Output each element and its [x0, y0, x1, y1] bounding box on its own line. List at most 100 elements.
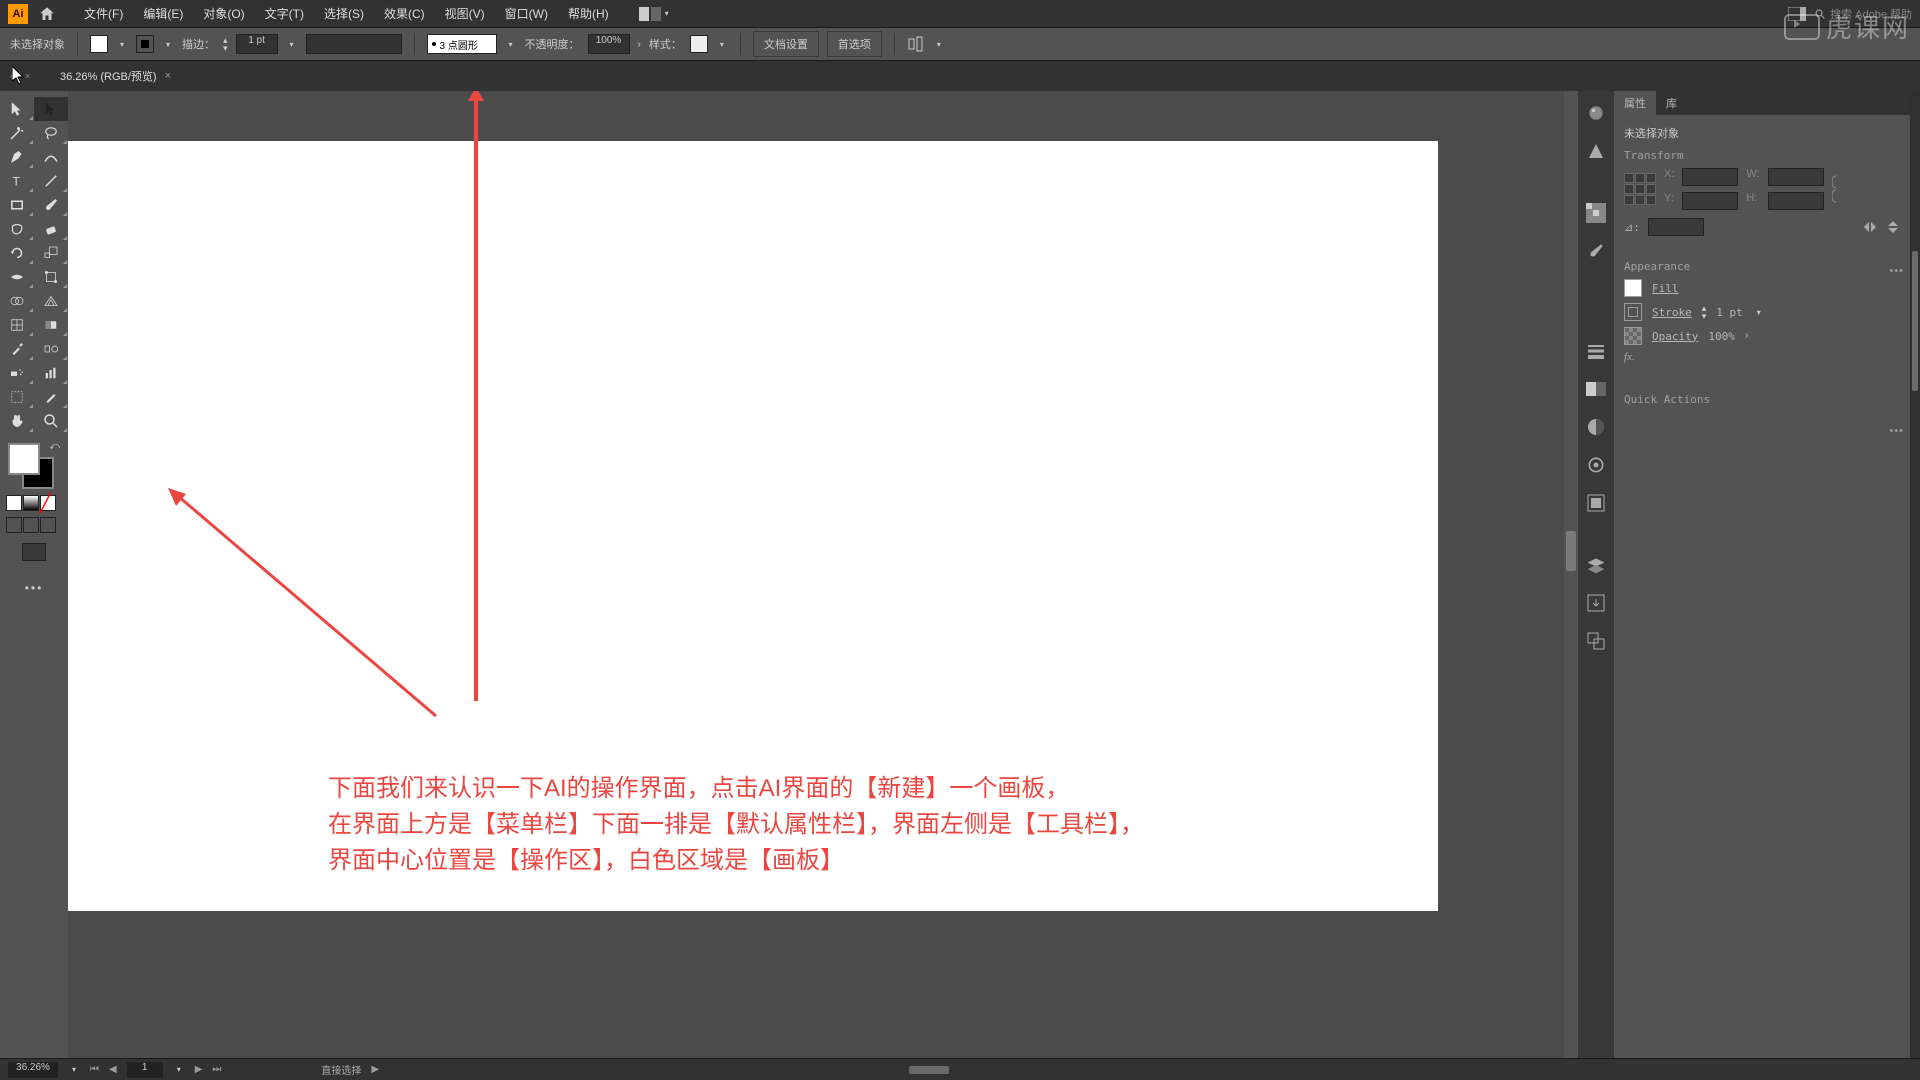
appearance-stroke-swatch[interactable] [1624, 303, 1642, 321]
home-icon[interactable] [38, 5, 56, 23]
perspective-grid-tool[interactable] [34, 289, 68, 313]
color-panel-icon[interactable] [1584, 101, 1608, 125]
stroke-stepper2-icon[interactable]: ▴▾ [1702, 304, 1707, 320]
artboard-number-input[interactable]: 1 [127, 1062, 163, 1078]
none-mode-icon[interactable]: ╱ [40, 495, 56, 511]
panel-scrollbar[interactable] [1910, 91, 1920, 1058]
eyedropper-tool[interactable] [0, 337, 34, 361]
appearance-fill-swatch[interactable] [1624, 279, 1642, 297]
reference-point-selector[interactable] [1624, 173, 1656, 205]
prev-artboard-icon[interactable]: ◀ [109, 1064, 117, 1075]
variable-width-input[interactable] [306, 34, 402, 54]
screen-mode-button[interactable] [22, 543, 46, 561]
zoom-dropdown[interactable] [68, 1061, 80, 1079]
arrange-dropdown[interactable] [661, 5, 673, 23]
tab-properties[interactable]: 属性 [1614, 91, 1656, 115]
menu-effect[interactable]: 效果(C) [374, 5, 435, 22]
appearance-fill-label[interactable]: Fill [1652, 282, 1679, 295]
gradient-mode-icon[interactable] [23, 495, 39, 511]
selection-tool[interactable] [0, 97, 34, 121]
y-input[interactable] [1682, 192, 1738, 210]
graphic-styles-panel-icon[interactable] [1584, 491, 1608, 515]
last-artboard-icon[interactable]: ⏭ [212, 1064, 221, 1075]
status-expand-icon[interactable]: ▶ [371, 1064, 379, 1075]
stroke-swatch[interactable] [136, 35, 154, 53]
paintbrush-tool[interactable] [34, 193, 68, 217]
draw-inside-icon[interactable] [40, 517, 56, 533]
brush-display[interactable]: 3 点圆形 [427, 34, 497, 54]
artboard-dropdown[interactable] [173, 1061, 185, 1079]
stroke-weight-input[interactable]: 1 pt [236, 34, 278, 54]
menu-select[interactable]: 选择(S) [314, 5, 374, 22]
h-input[interactable] [1768, 192, 1824, 210]
vertical-scrollbar[interactable] [1564, 91, 1578, 1058]
fill-dropdown[interactable] [116, 35, 128, 53]
pen-tool[interactable] [0, 145, 34, 169]
transform-more-icon[interactable]: ••• [1889, 265, 1904, 277]
swatches-panel-icon[interactable] [1584, 201, 1608, 225]
next-artboard-icon[interactable]: ▶ [195, 1064, 203, 1075]
symbol-sprayer-tool[interactable] [0, 361, 34, 385]
fill-swatch[interactable] [90, 35, 108, 53]
artboards-panel-icon[interactable] [1584, 629, 1608, 653]
appearance-stroke-label[interactable]: Stroke [1652, 306, 1692, 319]
blend-tool[interactable] [34, 337, 68, 361]
constrain-proportions-icon[interactable] [1832, 174, 1846, 204]
draw-behind-icon[interactable] [23, 517, 39, 533]
zoom-tool[interactable] [34, 409, 68, 433]
stroke-stepper-icon[interactable]: ▴▾ [223, 36, 228, 52]
appearance-panel-icon[interactable] [1584, 453, 1608, 477]
align-icon[interactable] [907, 35, 925, 53]
stroke-panel-icon[interactable] [1584, 339, 1608, 363]
flip-vertical-icon[interactable] [1886, 219, 1900, 235]
opacity-expand2-icon[interactable]: › [1745, 330, 1749, 342]
gradient-panel-icon[interactable] [1584, 377, 1608, 401]
appearance-stroke-dropdown[interactable] [1753, 303, 1765, 321]
width-tool[interactable] [0, 265, 34, 289]
asset-export-panel-icon[interactable] [1584, 591, 1608, 615]
free-transform-tool[interactable] [34, 265, 68, 289]
angle-input[interactable] [1648, 218, 1704, 236]
menu-object[interactable]: 对象(O) [193, 5, 254, 22]
shaper-tool[interactable] [0, 217, 34, 241]
draw-normal-icon[interactable] [6, 517, 22, 533]
opacity-expand-icon[interactable]: › [638, 39, 641, 50]
brush-dropdown[interactable] [505, 35, 517, 53]
horizontal-scrollbar[interactable] [399, 1065, 1902, 1075]
fill-color-swatch[interactable] [8, 443, 40, 475]
shape-builder-tool[interactable] [0, 289, 34, 313]
eraser-tool[interactable] [34, 217, 68, 241]
document-setup-button[interactable]: 文档设置 [753, 31, 819, 57]
color-guide-panel-icon[interactable] [1584, 139, 1608, 163]
menu-help[interactable]: 帮助(H) [558, 5, 619, 22]
appearance-more-icon[interactable]: ••• [1889, 425, 1904, 437]
stroke-weight-dropdown[interactable] [286, 35, 298, 53]
close-tab-icon[interactable]: × [165, 70, 171, 82]
menu-file[interactable]: 文件(F) [74, 5, 133, 22]
fill-stroke-swatches[interactable]: ⤺ [8, 443, 56, 491]
menu-view[interactable]: 视图(V) [435, 5, 495, 22]
gradient-tool[interactable] [34, 313, 68, 337]
w-input[interactable] [1768, 168, 1824, 186]
preferences-button[interactable]: 首选项 [827, 31, 882, 57]
arrange-documents-icon[interactable] [639, 7, 661, 21]
transparency-panel-icon[interactable] [1584, 415, 1608, 439]
x-input[interactable] [1682, 168, 1738, 186]
opacity-input[interactable]: 100% [588, 34, 630, 54]
symbols-panel-icon[interactable] [1584, 277, 1608, 301]
menu-edit[interactable]: 编辑(E) [133, 5, 193, 22]
rotate-tool[interactable] [0, 241, 34, 265]
edit-toolbar-icon[interactable]: ••• [0, 581, 68, 595]
layers-panel-icon[interactable] [1584, 553, 1608, 577]
scale-tool[interactable] [34, 241, 68, 265]
graphic-style-swatch[interactable] [690, 35, 708, 53]
hand-tool[interactable] [0, 409, 34, 433]
color-mode-icon[interactable] [6, 495, 22, 511]
fx-button[interactable]: fx. [1624, 351, 1900, 363]
align-dropdown[interactable] [933, 35, 945, 53]
artboard-tool[interactable] [0, 385, 34, 409]
column-graph-tool[interactable] [34, 361, 68, 385]
line-tool[interactable] [34, 169, 68, 193]
graphic-style-dropdown[interactable] [716, 35, 728, 53]
slice-tool[interactable] [34, 385, 68, 409]
